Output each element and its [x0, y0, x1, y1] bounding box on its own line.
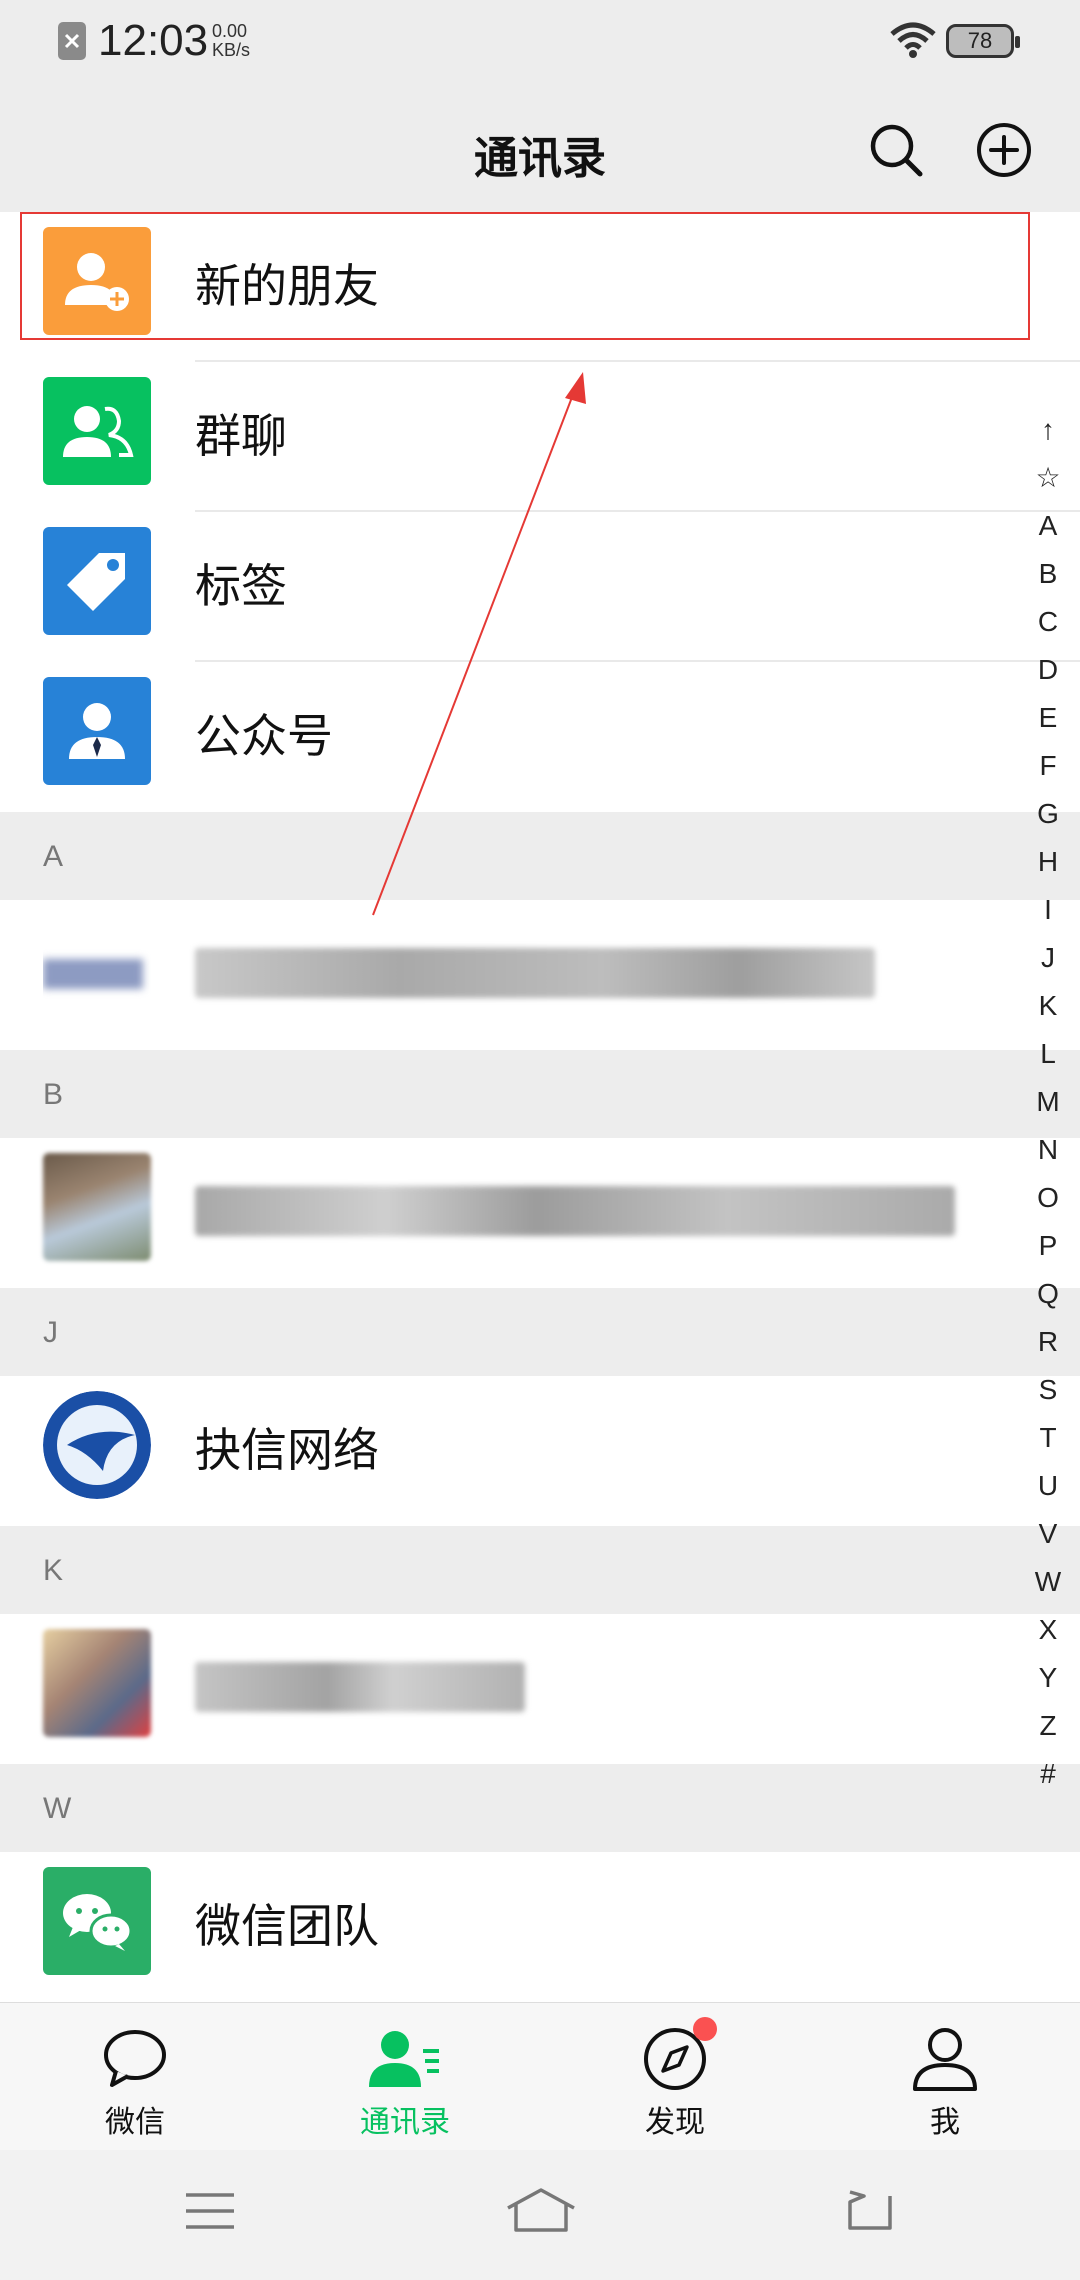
index-letter[interactable]: E	[1028, 694, 1068, 742]
index-letter[interactable]: P	[1028, 1222, 1068, 1270]
index-letter[interactable]: H	[1028, 838, 1068, 886]
obscured-contact-name	[195, 948, 875, 998]
avatar	[43, 1629, 151, 1737]
index-letter[interactable]: B	[1028, 550, 1068, 598]
search-icon[interactable]	[868, 122, 924, 178]
no-sim-icon	[58, 22, 86, 60]
tab-label: 通讯录	[360, 2105, 450, 2140]
tab-discover[interactable]: 发现	[585, 2017, 765, 2141]
menu-item-label: 标签	[195, 559, 287, 613]
tab-label: 微信	[105, 2105, 165, 2140]
section-letter: J	[43, 1316, 58, 1349]
index-letter[interactable]: Y	[1028, 1654, 1068, 1702]
wifi-icon	[890, 22, 936, 58]
contact-item[interactable]	[0, 1138, 1080, 1288]
official-account-icon	[43, 677, 151, 785]
tab-contacts[interactable]: 通讯录	[315, 2027, 495, 2141]
index-letter[interactable]: ↑	[1028, 406, 1068, 454]
section-letter: W	[43, 1792, 72, 1825]
index-letter[interactable]: S	[1028, 1366, 1068, 1414]
section-header-w: W	[0, 1764, 1080, 1852]
tab-chats[interactable]: 微信	[45, 2027, 225, 2141]
contact-item[interactable]	[0, 900, 1080, 1050]
menu-item-label: 群聊	[195, 409, 287, 463]
kuaixin-logo-icon	[43, 1391, 151, 1499]
avatar	[43, 915, 151, 1023]
system-nav-bar	[0, 2150, 1080, 2280]
index-letter[interactable]: I	[1028, 886, 1068, 934]
index-letter[interactable]: #	[1028, 1750, 1068, 1798]
index-letter[interactable]: Q	[1028, 1270, 1068, 1318]
section-header-k: K	[0, 1526, 1080, 1614]
index-letter[interactable]: N	[1028, 1126, 1068, 1174]
index-letter[interactable]: F	[1028, 742, 1068, 790]
index-letter[interactable]: ☆	[1028, 454, 1068, 502]
index-letter[interactable]: R	[1028, 1318, 1068, 1366]
notification-dot	[693, 2017, 717, 2041]
menu-item-official-accounts[interactable]: 公众号	[0, 662, 1080, 812]
battery-indicator: 78	[946, 24, 1020, 58]
section-header-j: J	[0, 1288, 1080, 1376]
alphabet-index[interactable]: ↑ ☆ A B C D E F G H I J K L M N O P Q R …	[1028, 406, 1068, 1798]
menu-item-label: 公众号	[195, 709, 333, 763]
menu-item-group-chats[interactable]: 群聊	[0, 362, 1080, 512]
index-letter[interactable]: U	[1028, 1462, 1068, 1510]
section-letter: A	[43, 840, 64, 873]
net-speed-unit: KB/s	[212, 40, 251, 60]
status-bar: 12:03 0.00 KB/s 78	[0, 0, 1080, 86]
net-speed-value: 0.00	[212, 21, 248, 41]
index-letter[interactable]: Z	[1028, 1702, 1068, 1750]
contact-item[interactable]	[0, 1614, 1080, 1764]
avatar	[43, 1153, 151, 1261]
index-letter[interactable]: X	[1028, 1606, 1068, 1654]
add-icon[interactable]	[976, 122, 1032, 178]
top-bar: 通讯录	[0, 86, 1080, 212]
contacts-list: 新的朋友 群聊 标签 公众号 A B J 抉信网络 K W 微信团队	[0, 212, 1080, 2002]
back-icon[interactable]	[842, 2190, 894, 2232]
index-letter[interactable]: V	[1028, 1510, 1068, 1558]
index-letter[interactable]: A	[1028, 502, 1068, 550]
contact-item-wechat-team[interactable]: 微信团队	[0, 1852, 1080, 2002]
status-time: 12:03	[98, 16, 209, 65]
contacts-icon	[369, 2031, 439, 2087]
section-letter: K	[43, 1554, 64, 1587]
contact-name: 抉信网络	[195, 1423, 379, 1477]
index-letter[interactable]: J	[1028, 934, 1068, 982]
tab-me[interactable]: 我	[855, 2027, 1035, 2141]
index-letter[interactable]: W	[1028, 1558, 1068, 1606]
group-icon	[43, 377, 151, 485]
add-friend-icon	[43, 227, 151, 335]
menu-icon[interactable]	[184, 2190, 236, 2232]
menu-item-new-friends[interactable]: 新的朋友	[0, 212, 1080, 362]
tab-label: 发现	[645, 2105, 705, 2140]
index-letter[interactable]: C	[1028, 598, 1068, 646]
section-header-b: B	[0, 1050, 1080, 1138]
bottom-tab-bar: 微信 通讯录 发现 我	[0, 2002, 1080, 2151]
section-letter: B	[43, 1078, 64, 1111]
section-header-a: A	[0, 812, 1080, 900]
index-letter[interactable]: O	[1028, 1174, 1068, 1222]
net-speed: 0.00 KB/s	[212, 22, 250, 60]
contact-item-kuaixin[interactable]: 抉信网络	[0, 1376, 1080, 1526]
menu-item-label: 新的朋友	[195, 259, 379, 313]
home-icon[interactable]	[504, 2186, 578, 2236]
menu-item-tags[interactable]: 标签	[0, 512, 1080, 662]
index-letter[interactable]: L	[1028, 1030, 1068, 1078]
index-letter[interactable]: D	[1028, 646, 1068, 694]
index-letter[interactable]: M	[1028, 1078, 1068, 1126]
index-letter[interactable]: G	[1028, 790, 1068, 838]
obscured-contact-name	[195, 1186, 955, 1236]
chat-bubble-icon	[104, 2030, 166, 2087]
index-letter[interactable]: K	[1028, 982, 1068, 1030]
avatar	[43, 1391, 151, 1499]
obscured-contact-name	[195, 1662, 525, 1712]
index-letter[interactable]: T	[1028, 1414, 1068, 1462]
person-icon	[913, 2028, 977, 2091]
tab-label: 我	[930, 2105, 960, 2140]
contact-name: 微信团队	[195, 1899, 379, 1953]
wechat-team-icon	[43, 1867, 151, 1975]
tag-icon	[43, 527, 151, 635]
